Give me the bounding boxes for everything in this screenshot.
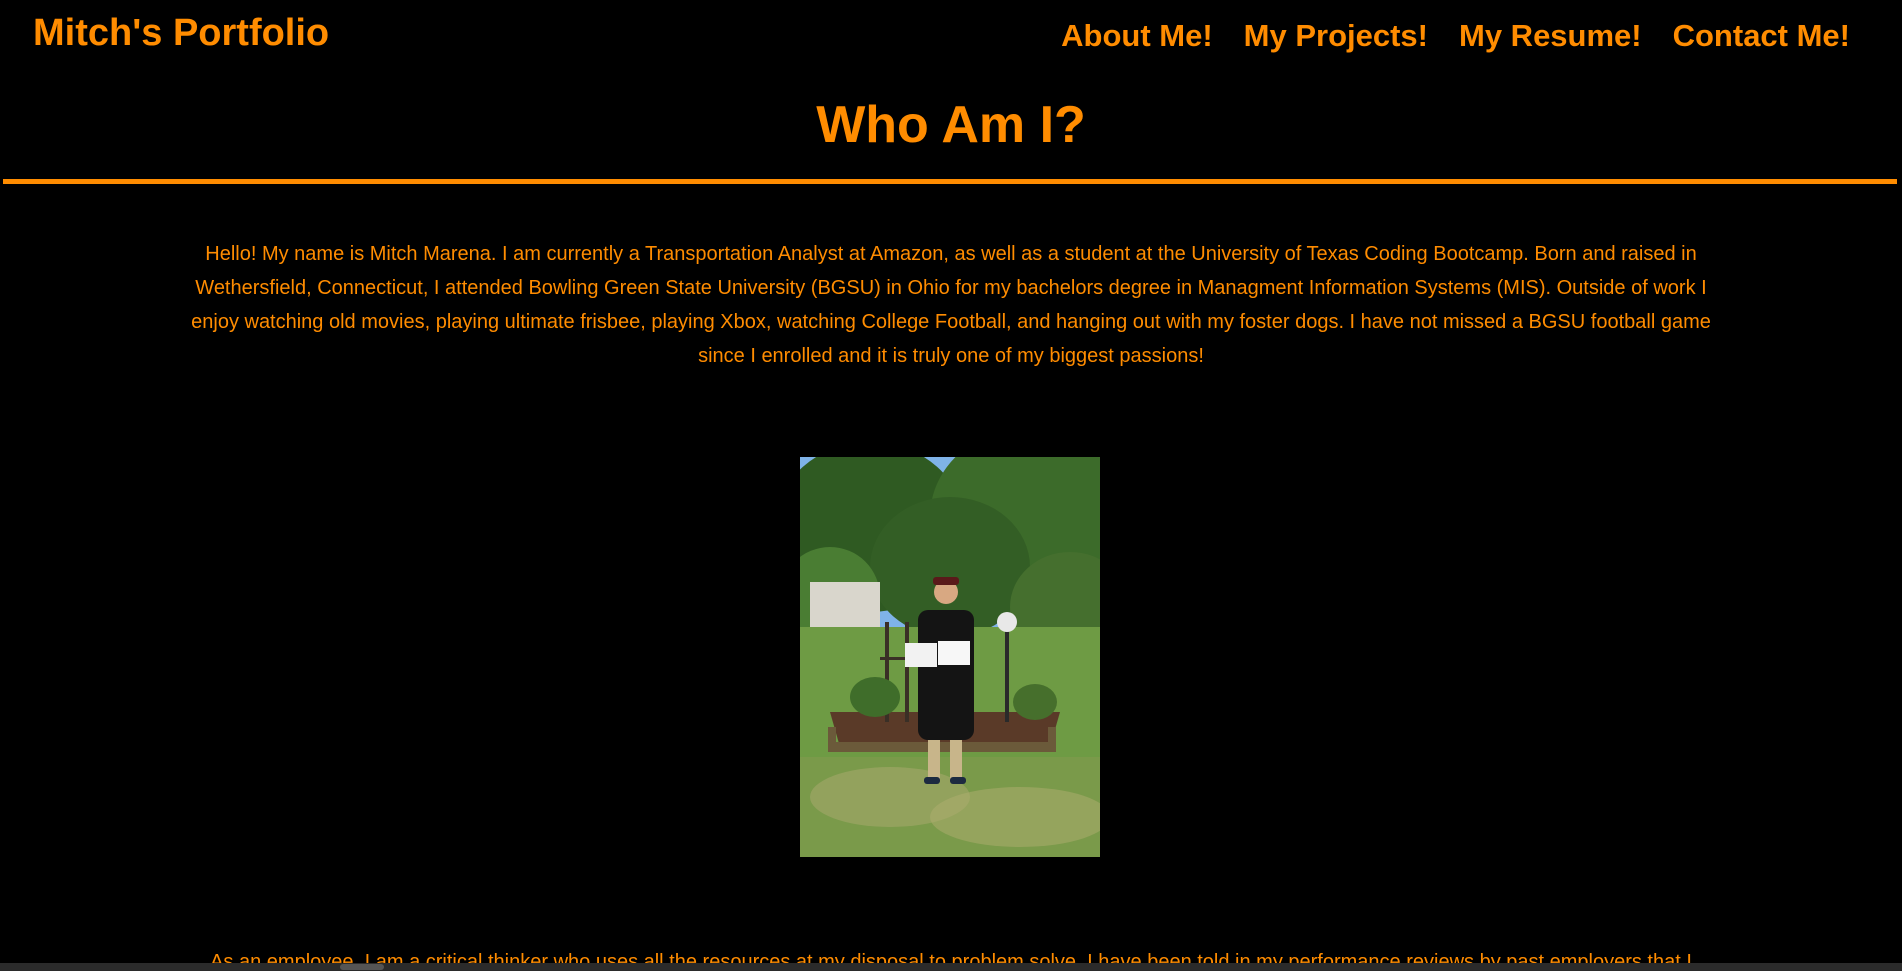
graduation-photo: [800, 457, 1100, 857]
horizontal-scrollbar[interactable]: [0, 963, 1902, 971]
section-heading: Who Am I?: [816, 96, 1086, 154]
nav-my-resume[interactable]: My Resume!: [1459, 18, 1642, 54]
intro-paragraph: Hello! My name is Mitch Marena. I am cur…: [191, 243, 1711, 367]
graduation-photo-image: [800, 457, 1100, 857]
nav-contact-me[interactable]: Contact Me!: [1673, 18, 1850, 54]
nav-about-me[interactable]: About Me!: [1061, 18, 1213, 54]
nav-my-projects[interactable]: My Projects!: [1244, 18, 1428, 54]
site-header: Mitch's Portfolio About Me! My Projects!…: [0, 0, 1902, 70]
heading-divider: [3, 179, 1897, 184]
main-nav: About Me! My Projects! My Resume! Contac…: [1061, 18, 1850, 54]
page: Mitch's Portfolio About Me! My Projects!…: [0, 0, 1902, 971]
site-title-link[interactable]: Mitch's Portfolio: [33, 12, 329, 55]
scrollbar-thumb[interactable]: [340, 964, 384, 970]
